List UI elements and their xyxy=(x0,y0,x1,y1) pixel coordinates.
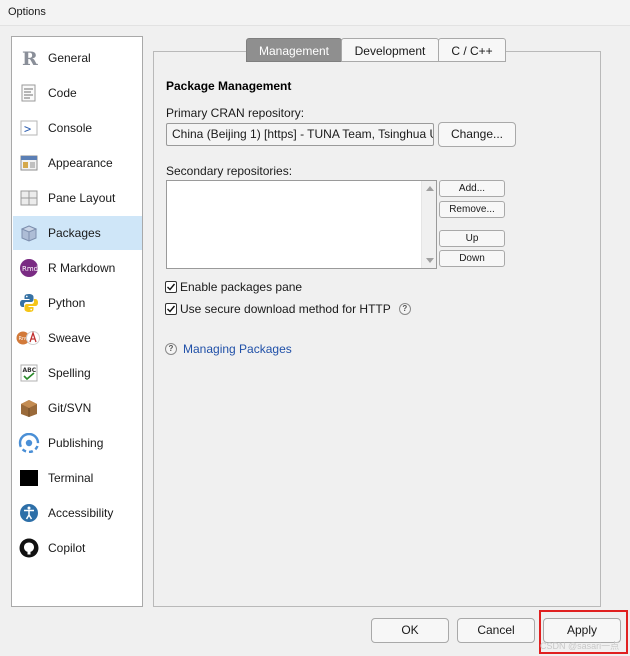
managing-packages-link-row[interactable]: ? Managing Packages xyxy=(165,342,292,356)
svg-text:Rmd: Rmd xyxy=(22,265,38,273)
sidebar-item-label: Python xyxy=(48,296,86,310)
sidebar-item-publishing[interactable]: Publishing xyxy=(13,426,142,460)
sidebar-item-label: Pane Layout xyxy=(48,191,116,205)
secondary-repo-list[interactable] xyxy=(166,180,437,269)
change-repo-button[interactable]: Change... xyxy=(438,122,516,147)
sidebar-item-label: Terminal xyxy=(48,471,94,485)
sidebar-item-copilot[interactable]: Copilot xyxy=(13,531,142,565)
add-repo-button[interactable]: Add... xyxy=(439,180,505,197)
help-icon[interactable]: ? xyxy=(165,343,177,355)
spelling-icon: ABC xyxy=(19,363,39,383)
options-dialog: Options R General Code > Console Appeara… xyxy=(0,0,630,656)
sidebar-item-console[interactable]: > Console xyxy=(13,111,142,145)
code-icon xyxy=(19,83,39,103)
github-icon xyxy=(19,538,39,558)
svg-text:R: R xyxy=(22,48,38,68)
primary-repo-label: Primary CRAN repository: xyxy=(166,106,305,120)
watermark: CSDN @sasari一点 xyxy=(540,641,620,651)
remove-repo-button[interactable]: Remove... xyxy=(439,201,505,218)
scroll-up-arrow-icon[interactable] xyxy=(426,186,434,191)
scroll-down-arrow-icon[interactable] xyxy=(426,258,434,263)
sidebar-item-appearance[interactable]: Appearance xyxy=(13,146,142,180)
sidebar-item-label: R Markdown xyxy=(48,261,116,275)
sidebar-item-code[interactable]: Code xyxy=(13,76,142,110)
options-sidebar: R General Code > Console Appearance Pane… xyxy=(11,36,143,607)
sidebar-item-spelling[interactable]: ABC Spelling xyxy=(13,356,142,390)
list-scrollbar[interactable] xyxy=(421,181,436,268)
enable-pane-label: Enable packages pane xyxy=(180,280,303,294)
sidebar-item-r-markdown[interactable]: Rmd R Markdown xyxy=(13,251,142,285)
help-icon[interactable]: ? xyxy=(398,303,411,315)
tab-management[interactable]: Management xyxy=(246,38,342,62)
move-down-button[interactable]: Down xyxy=(439,250,505,267)
sidebar-item-general[interactable]: R General xyxy=(13,41,142,75)
sidebar-item-label: Console xyxy=(48,121,93,135)
move-up-button[interactable]: Up xyxy=(439,230,505,247)
pane-layout-icon xyxy=(19,188,39,208)
secure-download-checkbox[interactable] xyxy=(165,303,177,315)
title-bar: Options xyxy=(0,0,630,26)
sidebar-item-label: Publishing xyxy=(48,436,104,450)
sidebar-item-label: General xyxy=(48,51,91,65)
sweave-icon: Rnw xyxy=(16,328,42,348)
sidebar-item-label: Code xyxy=(48,86,77,100)
git-svn-icon xyxy=(19,398,39,418)
appearance-icon xyxy=(19,153,39,173)
sidebar-item-label: Sweave xyxy=(48,331,91,345)
sidebar-item-terminal[interactable]: Terminal xyxy=(13,461,142,495)
sidebar-item-pane-layout[interactable]: Pane Layout xyxy=(13,181,142,215)
managing-packages-link[interactable]: Managing Packages xyxy=(183,342,292,356)
sidebar-item-label: Appearance xyxy=(48,156,113,170)
sidebar-item-sweave[interactable]: Rnw Sweave xyxy=(13,321,142,355)
check-icon xyxy=(167,283,176,291)
r-logo-icon: R xyxy=(19,48,39,70)
terminal-icon xyxy=(19,468,39,488)
svg-text:ABC: ABC xyxy=(23,367,37,374)
sidebar-item-label: Packages xyxy=(48,226,101,240)
sidebar-item-packages[interactable]: Packages xyxy=(13,216,142,250)
check-icon xyxy=(167,305,176,313)
sidebar-item-accessibility[interactable]: Accessibility xyxy=(13,496,142,530)
sidebar-item-label: Spelling xyxy=(48,366,91,380)
sidebar-item-label: Copilot xyxy=(48,541,86,555)
console-icon: > xyxy=(19,118,39,138)
secure-download-label: Use secure download method for HTTP xyxy=(180,302,391,316)
sidebar-item-git-svn[interactable]: Git/SVN xyxy=(13,391,142,425)
ok-button[interactable]: OK xyxy=(371,618,449,643)
python-icon xyxy=(19,293,39,313)
svg-text:>: > xyxy=(24,122,31,136)
publishing-icon xyxy=(17,432,41,454)
sidebar-item-label: Accessibility xyxy=(48,506,114,520)
secure-download-row[interactable]: Use secure download method for HTTP ? xyxy=(165,301,411,317)
enable-pane-checkbox[interactable] xyxy=(165,281,177,293)
section-title: Package Management xyxy=(166,79,292,93)
packages-icon xyxy=(19,223,39,243)
sidebar-item-label: Git/SVN xyxy=(48,401,92,415)
primary-repo-field[interactable]: China (Beijing 1) [https] - TUNA Team, T… xyxy=(166,123,434,146)
tab-bar: Management Development C / C++ xyxy=(246,38,506,63)
tab-development[interactable]: Development xyxy=(341,38,439,62)
accessibility-icon xyxy=(19,503,39,523)
enable-pane-row[interactable]: Enable packages pane xyxy=(165,279,302,295)
rmarkdown-icon: Rmd xyxy=(19,258,39,278)
window-title: Options xyxy=(8,6,46,18)
secondary-repo-label: Secondary repositories: xyxy=(166,164,293,178)
tab-c-cpp[interactable]: C / C++ xyxy=(438,38,506,62)
sidebar-item-python[interactable]: Python xyxy=(13,286,142,320)
cancel-button[interactable]: Cancel xyxy=(457,618,535,643)
